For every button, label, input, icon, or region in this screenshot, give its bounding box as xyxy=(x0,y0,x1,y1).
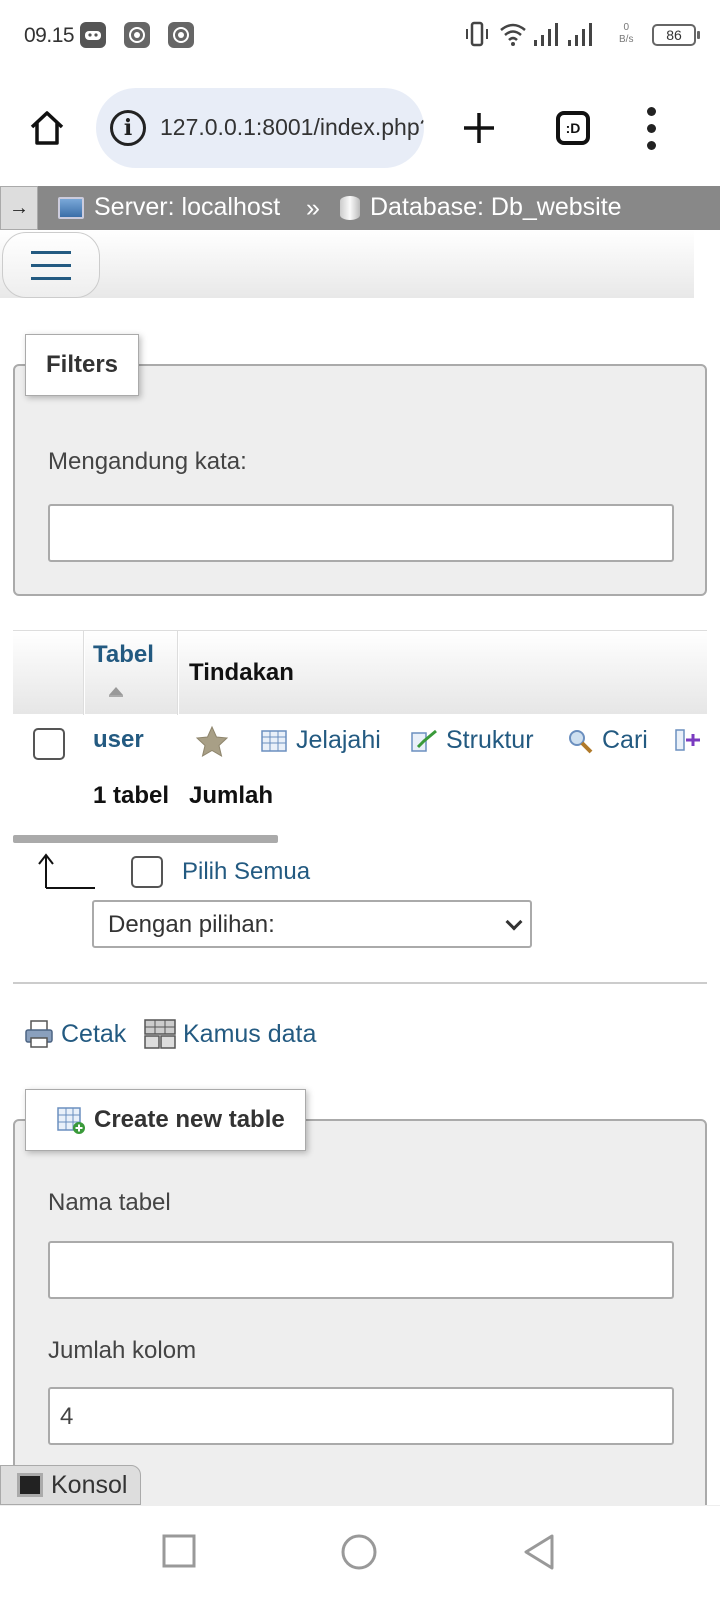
breadcrumb-separator: » xyxy=(306,194,320,222)
chevron-down-icon xyxy=(505,913,523,931)
browse-action[interactable]: Jelajahi xyxy=(260,726,381,755)
address-bar[interactable]: i 127.0.0.1:8001/index.php?route xyxy=(96,88,424,168)
create-table-legend: Create new table xyxy=(25,1089,306,1151)
column-header-tabel[interactable]: Tabel xyxy=(93,641,154,669)
recent-apps-button[interactable] xyxy=(162,1534,196,1568)
select-all-label[interactable]: Pilih Semua xyxy=(182,858,310,886)
home-button[interactable] xyxy=(23,104,71,152)
app-notification-icon xyxy=(168,22,194,48)
column-header-tindakan: Tindakan xyxy=(189,659,294,686)
back-nav-button[interactable] xyxy=(522,1533,556,1571)
table-name-link[interactable]: user xyxy=(93,726,144,754)
signal-icon xyxy=(534,23,558,46)
print-icon xyxy=(25,1020,53,1048)
structure-icon xyxy=(411,729,437,752)
status-bar: 09.15 0 B/s 86 xyxy=(0,0,720,72)
wifi-icon xyxy=(500,23,526,46)
menu-toggle-button[interactable] xyxy=(2,232,100,298)
column-count-input[interactable]: 4 xyxy=(48,1387,674,1445)
divider xyxy=(13,982,707,984)
table-header: Tabel Tindakan xyxy=(13,630,707,715)
table-count: 1 tabel xyxy=(93,782,170,809)
signal-icon xyxy=(568,23,592,46)
tab-switcher-icon: :D xyxy=(556,111,590,145)
pma-menubar xyxy=(0,230,694,298)
plus-icon xyxy=(464,113,494,143)
filter-input[interactable] xyxy=(48,504,674,562)
status-time: 09.15 xyxy=(24,24,75,47)
filters-legend: Filters xyxy=(25,334,140,396)
breadcrumb-server[interactable]: Server: localhost xyxy=(58,193,280,222)
home-icon xyxy=(30,111,64,145)
server-icon xyxy=(58,196,84,219)
system-nav-bar xyxy=(0,1505,720,1600)
new-table-icon xyxy=(57,1107,85,1134)
console-toggle[interactable]: Konsol xyxy=(0,1465,141,1505)
breadcrumb-database[interactable]: Database: Db_website xyxy=(340,193,622,222)
favorite-button[interactable] xyxy=(194,724,230,760)
info-icon[interactable]: i xyxy=(110,110,146,146)
select-all-checkbox[interactable] xyxy=(131,856,163,888)
structure-action[interactable]: Struktur xyxy=(410,726,534,755)
home-nav-button[interactable] xyxy=(340,1533,378,1571)
pma-breadcrumb: → Server: localhost » Database: Db_websi… xyxy=(0,186,720,230)
tab-switcher-button[interactable]: :D xyxy=(549,104,597,152)
column-count-label: Jumlah kolom xyxy=(48,1337,197,1364)
filter-label: Mengandung kata: xyxy=(48,448,247,475)
app-notification-icon xyxy=(124,22,150,48)
data-dictionary-link[interactable]: Kamus data xyxy=(143,1018,316,1050)
collapse-nav-button[interactable]: → xyxy=(0,186,38,230)
gamepad-icon xyxy=(80,22,106,48)
dictionary-icon xyxy=(144,1019,176,1049)
console-icon xyxy=(17,1473,43,1497)
database-icon xyxy=(340,195,360,220)
star-icon xyxy=(195,725,229,758)
sort-asc-icon xyxy=(109,687,123,697)
table-name-input[interactable] xyxy=(48,1241,674,1299)
vibrate-icon xyxy=(466,21,488,47)
more-vert-icon xyxy=(646,106,656,150)
new-tab-button[interactable] xyxy=(455,104,503,152)
insert-action[interactable] xyxy=(674,726,702,754)
more-menu-button[interactable] xyxy=(627,104,675,152)
browse-icon xyxy=(261,729,287,752)
search-action[interactable]: Cari xyxy=(566,726,648,755)
print-link[interactable]: Cetak xyxy=(23,1018,126,1050)
filters-fieldset: Mengandung kata: xyxy=(13,364,707,596)
table-name-label: Nama tabel xyxy=(48,1189,171,1216)
browser-toolbar: i 127.0.0.1:8001/index.php?route :D xyxy=(0,72,720,184)
battery-indicator: 86 xyxy=(652,24,700,46)
insert-icon xyxy=(675,729,700,751)
with-selected-dropdown[interactable]: Dengan pilihan: xyxy=(92,900,532,948)
table-sum-label: Jumlah xyxy=(189,782,274,809)
row-checkbox[interactable] xyxy=(33,728,65,760)
net-speed: 0 B/s xyxy=(619,22,634,45)
search-icon xyxy=(569,729,593,753)
url-text: 127.0.0.1:8001/index.php?route xyxy=(160,114,424,140)
horizontal-scrollbar[interactable] xyxy=(13,835,278,843)
arrow-up-left-icon xyxy=(38,853,95,889)
